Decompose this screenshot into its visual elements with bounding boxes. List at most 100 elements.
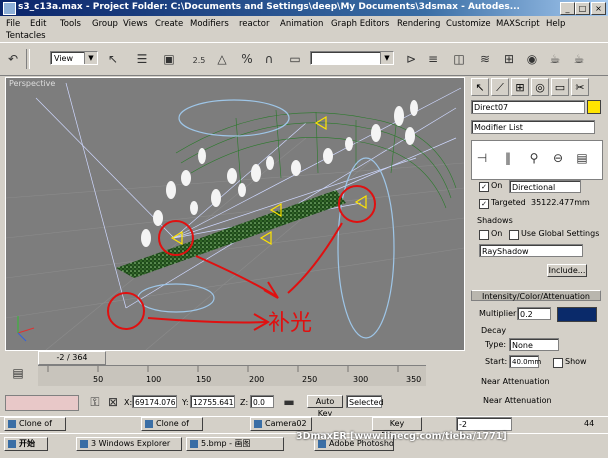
- viewport-label[interactable]: Perspective: [9, 79, 55, 88]
- quick-render-icon[interactable]: ☕: [570, 51, 588, 67]
- menu-graph-editors[interactable]: Graph Editors: [331, 19, 389, 29]
- modifier-list-combo[interactable]: Modifier List: [471, 120, 595, 134]
- decay-type-label: Type:: [485, 340, 507, 349]
- menu-file[interactable]: File: [6, 19, 20, 29]
- task-paint[interactable]: 5.bmp - 画图: [186, 437, 284, 451]
- z-coord-field[interactable]: 0.0: [250, 395, 274, 408]
- box-icon[interactable]: ▣: [160, 51, 178, 67]
- tick-label: 50: [93, 375, 104, 384]
- minimize-button[interactable]: _: [560, 2, 575, 15]
- menu-help[interactable]: Help: [546, 19, 565, 29]
- selection-set-combo[interactable]: Selected: [346, 395, 384, 408]
- mirror-icon[interactable]: ⊳: [402, 51, 420, 67]
- x-coord-field[interactable]: 69174.076: [132, 395, 177, 408]
- menu-reactor[interactable]: reactor: [239, 19, 269, 29]
- angle-snap-icon[interactable]: 2.5: [190, 51, 208, 67]
- y-coord-field[interactable]: 12755.641: [190, 395, 235, 408]
- menu-tools[interactable]: Tools: [60, 19, 81, 29]
- y-coord-label: Y:: [182, 398, 189, 407]
- menu-tentacles[interactable]: Tentacles: [6, 31, 46, 41]
- task-explorer[interactable]: 3 Windows Explorer: [76, 437, 182, 451]
- object-color-swatch[interactable]: [587, 100, 601, 114]
- targeted-checkbox[interactable]: ✓: [479, 199, 489, 209]
- light-type-combo[interactable]: Directional: [509, 180, 581, 193]
- taskbar: Clone of Clone of Camera02 Key Filters..…: [0, 416, 608, 458]
- shadows-on-label: On: [491, 229, 503, 238]
- z-coord-label: Z:: [240, 398, 249, 407]
- make-unique-icon[interactable]: ⚲: [525, 150, 543, 166]
- utilities-tab-icon[interactable]: ✂: [571, 78, 589, 96]
- object-name-field[interactable]: Direct07: [471, 100, 585, 114]
- menu-create[interactable]: Create: [155, 19, 183, 29]
- create-tab-icon[interactable]: ↖: [471, 78, 489, 96]
- decay-start-spinner[interactable]: 40.0mm: [509, 355, 541, 368]
- undo-icon[interactable]: ↶: [4, 51, 22, 67]
- close-button[interactable]: ×: [591, 2, 606, 15]
- shadow-type-combo[interactable]: RayShadow: [479, 244, 583, 257]
- title-bar: s3_c13a.max - Project Folder: C:\Documen…: [0, 0, 608, 16]
- maximize-button[interactable]: □: [575, 2, 590, 15]
- menu-rendering[interactable]: Rendering: [397, 19, 440, 29]
- display-tab-icon[interactable]: ▭: [551, 78, 569, 96]
- motion-tab-icon[interactable]: ◎: [531, 78, 549, 96]
- use-global-checkbox[interactable]: [509, 230, 519, 240]
- modify-tab-icon[interactable]: ⟋: [491, 78, 509, 96]
- tick-label: 100: [146, 375, 162, 384]
- light-color-swatch[interactable]: [557, 307, 597, 322]
- menu-animation[interactable]: Animation: [280, 19, 323, 29]
- select-object-icon[interactable]: ↖: [104, 51, 122, 67]
- task-clone-1[interactable]: Clone of: [4, 417, 66, 431]
- curve-editor-icon[interactable]: ≋: [476, 51, 494, 67]
- axis-tripod: [17, 316, 35, 342]
- magnet-icon[interactable]: ∩: [260, 51, 278, 67]
- task-camera[interactable]: Camera02: [250, 417, 312, 431]
- material-editor-icon[interactable]: ◉: [523, 51, 541, 67]
- pin-stack-icon[interactable]: ⊣: [473, 150, 491, 166]
- configure-sets-icon[interactable]: ▤: [573, 150, 591, 166]
- edit-named-icon[interactable]: ▭: [286, 51, 304, 67]
- menu-edit[interactable]: Edit: [30, 19, 46, 29]
- start-button[interactable]: 开始: [4, 437, 48, 451]
- menu-modifiers[interactable]: Modifiers: [190, 19, 229, 29]
- select-by-name-icon[interactable]: ☰: [133, 51, 151, 67]
- reference-coord-combo[interactable]: View ▼: [50, 51, 98, 65]
- time-slider[interactable]: -2 / 364: [38, 351, 106, 365]
- decay-group-title: Decay: [481, 326, 507, 335]
- perspective-viewport[interactable]: 补光 Perspective: [5, 77, 465, 351]
- show-end-result-icon[interactable]: ‖: [499, 150, 517, 166]
- tick-label: 150: [196, 375, 212, 384]
- decay-type-combo[interactable]: None: [509, 338, 559, 351]
- named-selection-combo[interactable]: ▼: [310, 51, 394, 65]
- mini-curve-toggle[interactable]: ▤: [5, 351, 35, 383]
- menu-views[interactable]: Views: [123, 19, 148, 29]
- maxscript-listener[interactable]: [5, 395, 79, 411]
- show-decay-checkbox[interactable]: [553, 358, 563, 368]
- absolute-mode-icon[interactable]: ⊠: [104, 394, 122, 410]
- key-filters-button[interactable]: Key Filters...: [372, 417, 422, 440]
- menu-maxscript[interactable]: MAXScript: [496, 19, 540, 29]
- curve-editor-mini-icon[interactable]: ▤: [9, 365, 27, 381]
- auto-key-button[interactable]: Auto Key: [307, 395, 343, 418]
- track-ticks: [47, 366, 399, 372]
- render-scene-icon[interactable]: ☕: [546, 51, 564, 67]
- percent-snap-icon[interactable]: △: [213, 51, 231, 67]
- layer-icon[interactable]: ◫: [450, 51, 468, 67]
- light-on-checkbox[interactable]: ✓: [479, 182, 489, 192]
- shadows-on-checkbox[interactable]: [479, 230, 489, 240]
- spinner-snap-icon[interactable]: %: [238, 51, 256, 67]
- schematic-icon[interactable]: ⊞: [500, 51, 518, 67]
- menu-customize[interactable]: Customize: [446, 19, 491, 29]
- multiplier-spinner[interactable]: 0.2: [517, 307, 551, 320]
- include-button[interactable]: Include...: [547, 264, 587, 277]
- lock-icon[interactable]: ⚿: [86, 394, 104, 410]
- remove-modifier-icon[interactable]: ⊖: [549, 150, 567, 166]
- hierarchy-tab-icon[interactable]: ⊞: [511, 78, 529, 96]
- align-icon[interactable]: ≡: [424, 51, 442, 67]
- window-title: s3_c13a.max - Project Folder: C:\Documen…: [18, 2, 520, 12]
- intensity-rollout[interactable]: Intensity/Color/Attenuation: [471, 290, 601, 301]
- grid-icon[interactable]: ▬: [280, 394, 298, 410]
- menu-group[interactable]: Group: [92, 19, 118, 29]
- use-global-label: Use Global Settings: [521, 229, 600, 238]
- frame-spinner[interactable]: -2: [456, 417, 512, 431]
- task-clone-2[interactable]: Clone of: [141, 417, 203, 431]
